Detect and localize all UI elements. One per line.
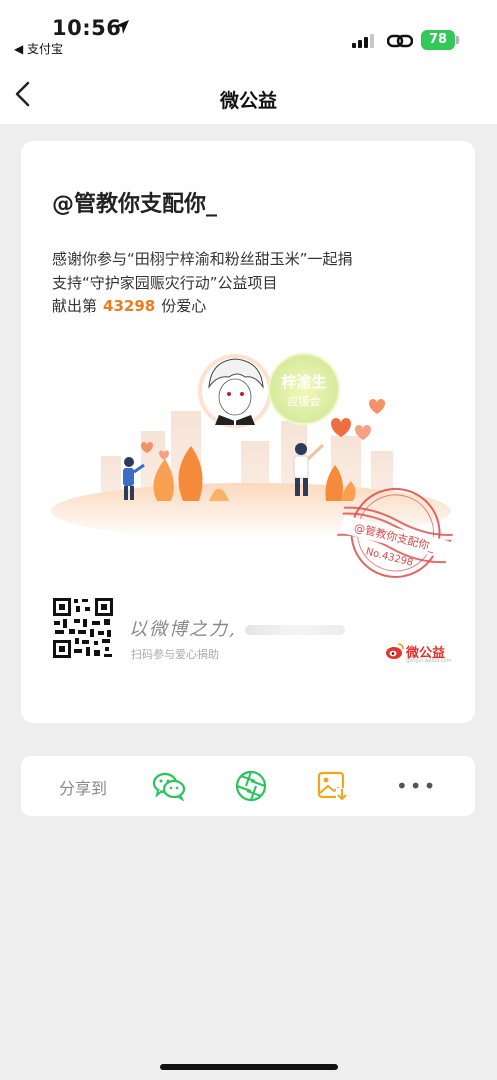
weibo-logo-icon — [386, 643, 404, 659]
svg-text:应援会: 应援会 — [288, 394, 321, 408]
qr-code[interactable] — [52, 597, 114, 659]
battery-tip — [456, 36, 459, 44]
battery-indicator: 78 — [421, 30, 455, 50]
donation-count-line: 献出第 43298 份爱心 — [52, 295, 206, 316]
link-icon — [387, 34, 413, 48]
thanks-line-1: 感谢你参与“田栩宁梓渝和粉丝甜玉米”一起捐 — [52, 250, 353, 268]
cellular-signal-icon — [352, 34, 374, 48]
svg-text:No.43298: No.43298 — [365, 546, 415, 568]
home-indicator — [160, 1064, 338, 1070]
brand-url: gongyi.weibo.com — [406, 658, 452, 664]
moments-icon[interactable] — [234, 770, 268, 802]
more-icon[interactable]: ••• — [396, 774, 437, 798]
wechat-icon[interactable] — [152, 770, 186, 802]
nav-bar: 微公益 — [0, 62, 497, 124]
thanks-line-2: 支持“守护家园赈灾行动”公益项目 — [52, 274, 278, 292]
signature: 以微博之力, — [129, 619, 237, 640]
location-arrow-icon — [115, 20, 129, 34]
username: @管教你支配你_ — [52, 192, 218, 217]
thanks-text: 感谢你参与“田栩宁梓渝和粉丝甜玉米”一起捐 支持“守护家园赈灾行动”公益项目 — [52, 247, 353, 295]
page-title: 微公益 — [219, 90, 277, 112]
commemorative-stamp: @管教你支配你_ No.43298 — [337, 487, 453, 578]
count-prefix: 献出第 — [52, 297, 98, 315]
avatar — [198, 354, 272, 428]
status-time: 10:56 — [52, 16, 122, 40]
blurred-text — [245, 625, 345, 635]
donation-certificate-card: @管教你支配你_ 感谢你参与“田栩宁梓渝和粉丝甜玉米”一起捐 支持“守护家园赈灾… — [21, 141, 475, 723]
count-suffix: 份爱心 — [161, 297, 207, 315]
scan-note: 扫码参与爱心捐助 — [131, 648, 219, 661]
save-image-icon[interactable] — [316, 770, 350, 802]
back-to-app-link[interactable]: ◀ 支付宝 — [14, 40, 63, 57]
status-bar: 10:56 ◀ 支付宝 78 — [0, 0, 497, 62]
share-label: 分享到 — [59, 779, 108, 798]
fan-club-badge: 梓渝生 应援会 — [268, 353, 340, 425]
svg-text:梓渝生: 梓渝生 — [281, 373, 326, 391]
share-bar: 分享到 ••• — [21, 756, 475, 816]
donation-count: 43298 — [103, 297, 156, 315]
